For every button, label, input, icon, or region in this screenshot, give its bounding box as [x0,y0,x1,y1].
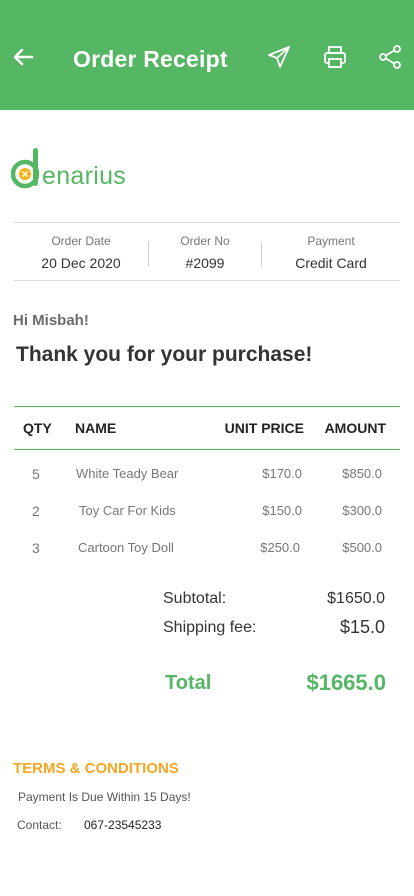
thank-you-headline: Thank you for your purchase! [16,343,313,366]
contact-label: Contact: [17,818,62,832]
contact-value[interactable]: 067-23545233 [84,818,161,832]
order-number: Order No #2099 [148,223,261,280]
table-row: 2 Toy Car For Kids $150.0 $300.0 [14,491,400,528]
row-amount: $300.0 [342,503,382,518]
print-icon[interactable] [322,44,348,70]
payment-label: Payment [307,234,355,248]
header-name: NAME [75,420,117,436]
page-title: Order Receipt [73,46,228,72]
app-bar: Order Receipt [0,0,414,110]
shipping-label: Shipping fee: [163,619,257,636]
row-amount: $850.0 [342,466,382,481]
order-date-value: 20 Dec 2020 [41,255,121,271]
denarius-logo: enarius [11,146,131,194]
order-date: Order Date 20 Dec 2020 [14,223,148,280]
terms-title: TERMS & CONDITIONS [13,760,179,777]
payment-method: Payment Credit Card [261,223,400,280]
payment-due-text: Payment Is Due Within 15 Days! [18,790,191,804]
row-name: Cartoon Toy Doll [78,540,174,555]
order-number-label: Order No [180,234,230,248]
share-icon[interactable] [377,44,403,70]
header-qty: QTY [23,420,52,436]
subtotal-label: Subtotal: [163,590,227,607]
send-icon[interactable] [266,44,292,70]
row-name: Toy Car For Kids [79,503,176,518]
header-amount: AMOUNT [324,420,386,436]
row-unit-price: $170.0 [262,466,302,481]
row-qty: 2 [32,503,40,519]
table-header: QTY NAME UNIT PRICE AMOUNT [14,406,400,450]
row-name: White Teady Bear [76,466,179,481]
shipping-value: $15.0 [339,617,385,637]
order-meta: Order Date 20 Dec 2020 Order No #2099 Pa… [14,222,400,281]
logo-text: enarius [42,162,127,190]
order-date-label: Order Date [51,234,111,248]
header-unit-price: UNIT PRICE [224,420,304,436]
back-arrow-icon[interactable] [10,44,36,70]
row-amount: $500.0 [342,540,382,555]
row-qty: 5 [32,466,40,482]
table-row: 5 White Teady Bear $170.0 $850.0 [14,454,400,491]
row-unit-price: $150.0 [262,503,302,518]
payment-value: Credit Card [295,255,367,271]
items-table: QTY NAME UNIT PRICE AMOUNT 5 White Teady… [14,406,400,561]
order-number-value: #2099 [185,255,225,271]
greeting: Hi Misbah! [13,312,89,329]
subtotal-value: $1650.0 [327,590,385,607]
total-label: Total [165,672,212,694]
row-unit-price: $250.0 [260,540,300,555]
table-row: 3 Cartoon Toy Doll $250.0 $500.0 [14,528,400,565]
row-qty: 3 [32,540,40,556]
total-value: $1665.0 [306,670,386,695]
